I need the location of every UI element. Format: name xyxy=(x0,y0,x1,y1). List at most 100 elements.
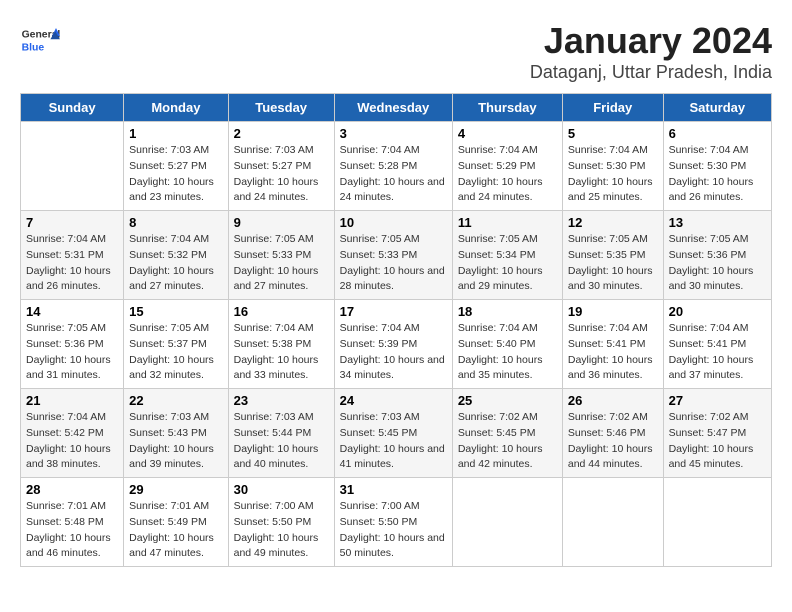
day-number: 29 xyxy=(129,482,222,497)
column-header-monday: Monday xyxy=(124,94,228,122)
day-number: 19 xyxy=(568,304,658,319)
calendar-cell: 21 Sunrise: 7:04 AMSunset: 5:42 PMDayligh… xyxy=(21,389,124,478)
day-info: Sunrise: 7:05 AMSunset: 5:36 PMDaylight:… xyxy=(26,321,118,384)
day-info: Sunrise: 7:01 AMSunset: 5:49 PMDaylight:… xyxy=(129,499,222,562)
day-info: Sunrise: 7:04 AMSunset: 5:31 PMDaylight:… xyxy=(26,232,118,295)
calendar-body: 1Sunrise: 7:03 AMSunset: 5:27 PMDaylight… xyxy=(21,122,772,567)
day-info: Sunrise: 7:02 AMSunset: 5:45 PMDaylight:… xyxy=(458,410,557,473)
day-number: 11 xyxy=(458,215,557,230)
day-info: Sunrise: 7:04 AMSunset: 5:29 PMDaylight:… xyxy=(458,143,557,206)
calendar-cell: 16Sunrise: 7:04 AMSunset: 5:38 PMDayligh… xyxy=(228,300,334,389)
calendar-cell: 1Sunrise: 7:03 AMSunset: 5:27 PMDaylight… xyxy=(124,122,228,211)
day-number: 27 xyxy=(669,393,766,408)
day-info: Sunrise: 7:05 AMSunset: 5:34 PMDaylight:… xyxy=(458,232,557,295)
calendar-cell: 18 Sunrise: 7:04 AMSunset: 5:40 PMDayligh… xyxy=(452,300,562,389)
column-header-tuesday: Tuesday xyxy=(228,94,334,122)
day-number: 30 xyxy=(234,482,329,497)
page-title: January 2024 xyxy=(530,20,772,62)
calendar-cell: 2 Sunrise: 7:03 AMSunset: 5:27 PMDaylight… xyxy=(228,122,334,211)
day-number: 4 xyxy=(458,126,557,141)
calendar-cell: 3 Sunrise: 7:04 AMSunset: 5:28 PMDaylight… xyxy=(334,122,452,211)
page-header: General Blue January 2024 Dataganj, Utta… xyxy=(20,20,772,83)
day-info: Sunrise: 7:04 AMSunset: 5:40 PMDaylight:… xyxy=(458,321,557,384)
day-number: 10 xyxy=(340,215,447,230)
logo-icon: General Blue xyxy=(20,20,60,60)
day-info: Sunrise: 7:03 AMSunset: 5:27 PMDaylight:… xyxy=(234,143,329,206)
day-info: Sunrise: 7:05 AMSunset: 5:33 PMDaylight:… xyxy=(340,232,447,295)
day-info: Sunrise: 7:03 AMSunset: 5:44 PMDaylight:… xyxy=(234,410,329,473)
calendar-cell: 7 Sunrise: 7:04 AMSunset: 5:31 PMDaylight… xyxy=(21,211,124,300)
week-row-5: 28 Sunrise: 7:01 AMSunset: 5:48 PMDayligh… xyxy=(21,478,772,567)
column-header-friday: Friday xyxy=(562,94,663,122)
week-row-1: 1Sunrise: 7:03 AMSunset: 5:27 PMDaylight… xyxy=(21,122,772,211)
day-info: Sunrise: 7:04 AMSunset: 5:32 PMDaylight:… xyxy=(129,232,222,295)
calendar-cell: 23 Sunrise: 7:03 AMSunset: 5:44 PMDayligh… xyxy=(228,389,334,478)
day-number: 28 xyxy=(26,482,118,497)
column-header-thursday: Thursday xyxy=(452,94,562,122)
calendar-cell: 4 Sunrise: 7:04 AMSunset: 5:29 PMDaylight… xyxy=(452,122,562,211)
calendar-cell xyxy=(452,478,562,567)
day-number: 2 xyxy=(234,126,329,141)
column-header-sunday: Sunday xyxy=(21,94,124,122)
day-info: Sunrise: 7:05 AMSunset: 5:35 PMDaylight:… xyxy=(568,232,658,295)
day-number: 24 xyxy=(340,393,447,408)
day-info: Sunrise: 7:03 AMSunset: 5:27 PMDaylight:… xyxy=(129,143,222,206)
day-number: 26 xyxy=(568,393,658,408)
calendar-cell xyxy=(562,478,663,567)
calendar-cell: 5 Sunrise: 7:04 AMSunset: 5:30 PMDaylight… xyxy=(562,122,663,211)
day-info: Sunrise: 7:03 AMSunset: 5:43 PMDaylight:… xyxy=(129,410,222,473)
calendar-cell: 30 Sunrise: 7:00 AMSunset: 5:50 PMDayligh… xyxy=(228,478,334,567)
day-number: 7 xyxy=(26,215,118,230)
day-number: 31 xyxy=(340,482,447,497)
column-header-wednesday: Wednesday xyxy=(334,94,452,122)
calendar-cell xyxy=(21,122,124,211)
calendar-cell: 29 Sunrise: 7:01 AMSunset: 5:49 PMDayligh… xyxy=(124,478,228,567)
calendar-cell: 28 Sunrise: 7:01 AMSunset: 5:48 PMDayligh… xyxy=(21,478,124,567)
day-number: 8 xyxy=(129,215,222,230)
calendar-cell: 22 Sunrise: 7:03 AMSunset: 5:43 PMDayligh… xyxy=(124,389,228,478)
day-info: Sunrise: 7:02 AMSunset: 5:47 PMDaylight:… xyxy=(669,410,766,473)
day-number: 3 xyxy=(340,126,447,141)
day-info: Sunrise: 7:04 AMSunset: 5:28 PMDaylight:… xyxy=(340,143,447,206)
calendar-header-row: SundayMondayTuesdayWednesdayThursdayFrid… xyxy=(21,94,772,122)
svg-text:Blue: Blue xyxy=(22,42,45,53)
calendar-cell: 31Sunrise: 7:00 AMSunset: 5:50 PMDayligh… xyxy=(334,478,452,567)
day-number: 5 xyxy=(568,126,658,141)
day-info: Sunrise: 7:03 AMSunset: 5:45 PMDaylight:… xyxy=(340,410,447,473)
day-info: Sunrise: 7:05 AMSunset: 5:37 PMDaylight:… xyxy=(129,321,222,384)
calendar-cell: 9Sunrise: 7:05 AMSunset: 5:33 PMDaylight… xyxy=(228,211,334,300)
calendar-cell: 27 Sunrise: 7:02 AMSunset: 5:47 PMDayligh… xyxy=(663,389,771,478)
calendar-cell: 25Sunrise: 7:02 AMSunset: 5:45 PMDayligh… xyxy=(452,389,562,478)
day-number: 17 xyxy=(340,304,447,319)
day-number: 14 xyxy=(26,304,118,319)
calendar-cell: 12 Sunrise: 7:05 AMSunset: 5:35 PMDayligh… xyxy=(562,211,663,300)
logo: General Blue xyxy=(20,20,60,60)
calendar-cell: 24 Sunrise: 7:03 AMSunset: 5:45 PMDayligh… xyxy=(334,389,452,478)
day-info: Sunrise: 7:05 AMSunset: 5:33 PMDaylight:… xyxy=(234,232,329,295)
day-info: Sunrise: 7:05 AMSunset: 5:36 PMDaylight:… xyxy=(669,232,766,295)
day-info: Sunrise: 7:01 AMSunset: 5:48 PMDaylight:… xyxy=(26,499,118,562)
page-subtitle: Dataganj, Uttar Pradesh, India xyxy=(530,62,772,83)
calendar-cell: 13 Sunrise: 7:05 AMSunset: 5:36 PMDayligh… xyxy=(663,211,771,300)
calendar-cell: 20Sunrise: 7:04 AMSunset: 5:41 PMDayligh… xyxy=(663,300,771,389)
calendar-cell: 6Sunrise: 7:04 AMSunset: 5:30 PMDaylight… xyxy=(663,122,771,211)
day-info: Sunrise: 7:04 AMSunset: 5:42 PMDaylight:… xyxy=(26,410,118,473)
day-number: 12 xyxy=(568,215,658,230)
calendar-cell: 15Sunrise: 7:05 AMSunset: 5:37 PMDayligh… xyxy=(124,300,228,389)
day-number: 6 xyxy=(669,126,766,141)
day-info: Sunrise: 7:00 AMSunset: 5:50 PMDaylight:… xyxy=(234,499,329,562)
day-info: Sunrise: 7:04 AMSunset: 5:41 PMDaylight:… xyxy=(568,321,658,384)
week-row-4: 21 Sunrise: 7:04 AMSunset: 5:42 PMDayligh… xyxy=(21,389,772,478)
calendar-cell: 8 Sunrise: 7:04 AMSunset: 5:32 PMDaylight… xyxy=(124,211,228,300)
day-number: 23 xyxy=(234,393,329,408)
day-number: 22 xyxy=(129,393,222,408)
day-number: 18 xyxy=(458,304,557,319)
day-number: 21 xyxy=(26,393,118,408)
day-info: Sunrise: 7:04 AMSunset: 5:30 PMDaylight:… xyxy=(568,143,658,206)
calendar-cell: 14 Sunrise: 7:05 AMSunset: 5:36 PMDayligh… xyxy=(21,300,124,389)
day-number: 13 xyxy=(669,215,766,230)
calendar-cell xyxy=(663,478,771,567)
calendar-table: SundayMondayTuesdayWednesdayThursdayFrid… xyxy=(20,93,772,567)
calendar-cell: 10 Sunrise: 7:05 AMSunset: 5:33 PMDayligh… xyxy=(334,211,452,300)
day-info: Sunrise: 7:04 AMSunset: 5:41 PMDaylight:… xyxy=(669,321,766,384)
